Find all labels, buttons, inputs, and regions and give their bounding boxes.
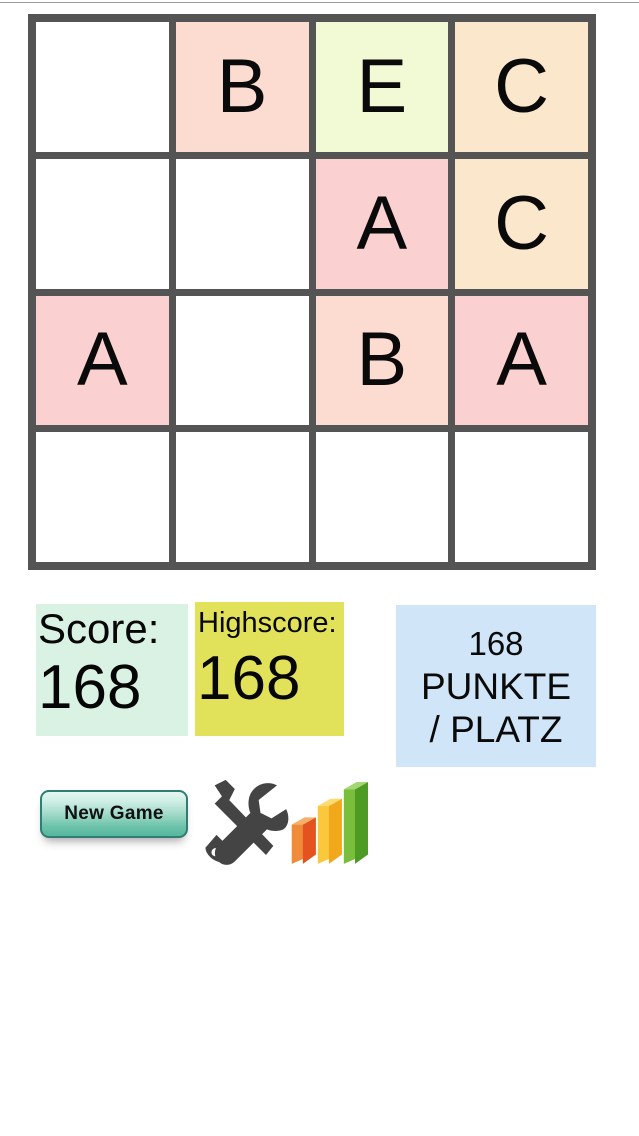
grid-cell[interactable]: A <box>315 158 449 289</box>
score-label: Score: <box>38 605 160 652</box>
rank-points-value: 168 <box>468 624 524 662</box>
score-panel: Score: 168 <box>36 604 188 736</box>
new-game-label: New Game <box>64 803 164 824</box>
grid-cell[interactable] <box>36 22 169 152</box>
grid-cell[interactable] <box>36 432 169 562</box>
grid-cell[interactable] <box>175 432 309 562</box>
score-value: 168 <box>38 653 142 722</box>
highscore-panel: Highscore: 168 <box>195 602 344 736</box>
grid-cell[interactable]: C <box>455 22 588 152</box>
grid-cell[interactable] <box>175 158 309 289</box>
grid-cell[interactable] <box>455 432 588 562</box>
highscore-value: 168 <box>197 644 301 713</box>
grid-cell[interactable] <box>36 158 169 289</box>
grid-cell[interactable] <box>315 432 449 562</box>
rank-points-label: PUNKTE <box>420 665 572 707</box>
rank-place-label: / PLATZ <box>429 708 563 750</box>
grid-cell[interactable]: A <box>455 295 588 426</box>
grid-cell[interactable]: C <box>455 158 588 289</box>
grid-cell[interactable]: E <box>315 22 449 152</box>
grid-cell[interactable]: A <box>36 295 169 426</box>
bar-chart-icon[interactable] <box>288 780 368 864</box>
top-divider <box>0 2 639 3</box>
highscore-label: Highscore: <box>198 607 337 639</box>
tools-icon[interactable] <box>198 778 290 866</box>
new-game-button[interactable]: New Game <box>40 790 188 838</box>
rank-panel: 168 PUNKTE / PLATZ <box>396 605 596 767</box>
grid-cell[interactable]: B <box>315 295 449 426</box>
letter-grid: B E C A C A B A <box>28 14 596 570</box>
grid-cell[interactable] <box>175 295 309 426</box>
grid-cell[interactable]: B <box>175 22 309 152</box>
